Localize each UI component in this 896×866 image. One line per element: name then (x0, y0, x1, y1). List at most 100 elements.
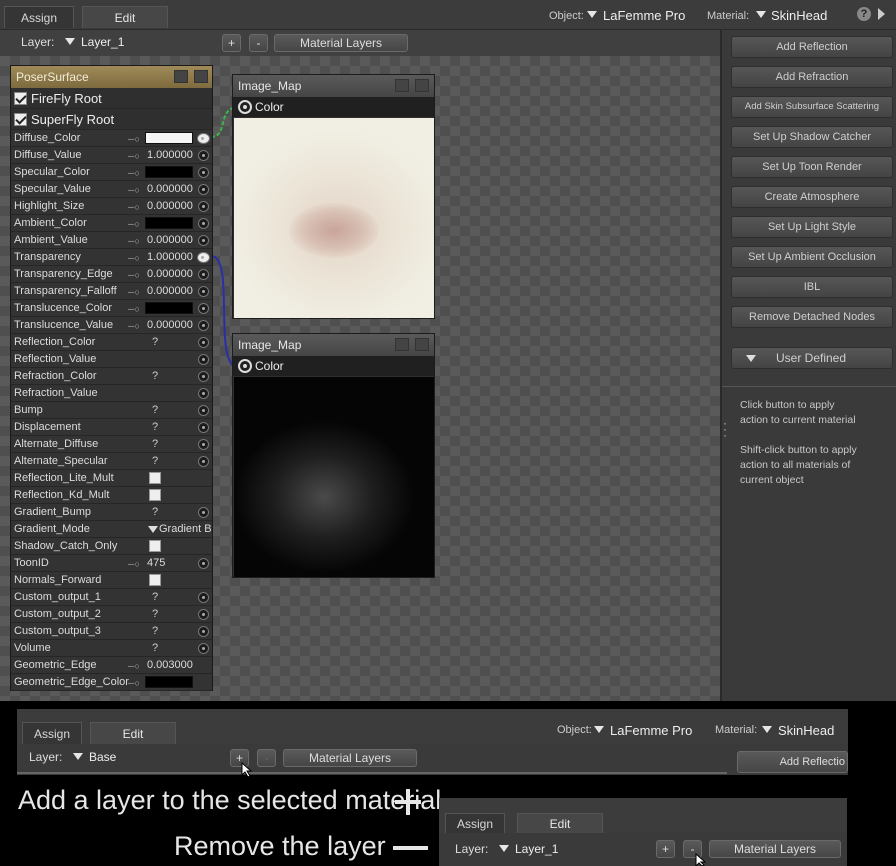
param-checkbox[interactable] (149, 472, 161, 484)
param-row-bump[interactable]: Bump? (11, 402, 212, 419)
param-value[interactable]: ? (152, 623, 158, 639)
param-row-gradient-bump[interactable]: Gradient_Bump? (11, 504, 212, 521)
key-icon[interactable]: ─○ (128, 556, 140, 572)
param-value[interactable]: ? (152, 504, 158, 520)
param-value[interactable]: 0.000000 (147, 283, 193, 299)
color-swatch[interactable] (145, 676, 193, 688)
add-layer-button[interactable]: + (656, 840, 675, 858)
node-header[interactable]: PoserSurface (11, 66, 212, 88)
param-checkbox[interactable] (149, 540, 161, 552)
param-value[interactable]: 0.000000 (147, 266, 193, 282)
wizard-button-ibl[interactable]: IBL (731, 276, 893, 298)
image-map-header-1[interactable]: Image_Map (233, 75, 434, 97)
key-icon[interactable]: ─○ (128, 267, 140, 283)
param-value[interactable]: ? (152, 589, 158, 605)
param-value[interactable]: ? (152, 436, 158, 452)
param-row-custom-output-1[interactable]: Custom_output_1? (11, 589, 212, 606)
help-icon[interactable]: ? (857, 7, 871, 21)
param-value[interactable]: 0.000000 (147, 232, 193, 248)
param-row-transparency-edge[interactable]: Transparency_Edge ─○ 0.000000 (11, 266, 212, 283)
wizard-button-add-reflection[interactable]: Add Reflection (731, 36, 893, 58)
layer-value[interactable]: Base (89, 750, 116, 764)
key-icon[interactable]: ─○ (128, 182, 140, 198)
input-port-icon[interactable] (198, 167, 209, 178)
key-icon[interactable]: ─○ (128, 233, 140, 249)
tab-edit[interactable]: Edit (90, 722, 176, 744)
input-port-icon[interactable] (198, 422, 209, 433)
param-value[interactable]: 0.003000 (147, 657, 193, 673)
param-row-volume[interactable]: Volume? (11, 640, 212, 657)
param-row-reflection-value[interactable]: Reflection_Value (11, 351, 212, 368)
material-dropdown-arrow-icon[interactable] (756, 11, 766, 18)
color-swatch[interactable] (145, 166, 193, 178)
input-port-icon[interactable] (198, 371, 209, 382)
input-port-icon[interactable] (198, 235, 209, 246)
options-icon[interactable] (395, 338, 409, 351)
key-icon[interactable]: ─○ (128, 131, 140, 147)
layer-dropdown-arrow-icon[interactable] (73, 753, 83, 760)
param-row-diffuse-value[interactable]: Diffuse_Value ─○ 1.000000 (11, 147, 212, 164)
object-dropdown-arrow-icon[interactable] (594, 726, 604, 733)
tab-assign[interactable]: Assign (22, 722, 82, 744)
firefly-root-row[interactable]: FireFly Root (11, 88, 212, 109)
input-port-icon[interactable] (198, 269, 209, 280)
param-value[interactable]: 1.000000 (147, 147, 193, 163)
input-port-icon[interactable] (198, 201, 209, 212)
param-value[interactable]: 0.000000 (147, 198, 193, 214)
input-port-icon[interactable] (198, 320, 209, 331)
expand-arrow-icon[interactable] (878, 8, 885, 20)
param-menu[interactable]: Gradient B (148, 521, 212, 537)
input-port-icon[interactable] (198, 303, 209, 314)
param-value[interactable]: ? (152, 640, 158, 656)
param-value[interactable]: ? (152, 402, 158, 418)
param-row-diffuse-color[interactable]: Diffuse_Color ─○ (11, 130, 212, 147)
wizard-button-set-up-light-style[interactable]: Set Up Light Style (731, 216, 893, 238)
input-port-icon[interactable] (198, 218, 209, 229)
param-value[interactable]: ? (152, 419, 158, 435)
param-row-displacement[interactable]: Displacement? (11, 419, 212, 436)
preview-eye-icon[interactable] (415, 79, 429, 92)
param-value[interactable]: 0.000000 (147, 181, 193, 197)
layer-value[interactable]: Layer_1 (515, 842, 558, 856)
input-port-icon[interactable] (198, 439, 209, 450)
input-port-icon[interactable] (198, 337, 209, 348)
param-row-ambient-value[interactable]: Ambient_Value ─○ 0.000000 (11, 232, 212, 249)
param-row-transparency-falloff[interactable]: Transparency_Falloff ─○ 0.000000 (11, 283, 212, 300)
param-row-custom-output-2[interactable]: Custom_output_2? (11, 606, 212, 623)
output-port-icon[interactable] (238, 100, 252, 114)
splitter-grip-icon[interactable]: · · · (723, 417, 727, 441)
options-icon[interactable] (395, 79, 409, 92)
key-icon[interactable]: ─○ (128, 318, 140, 334)
param-value[interactable]: 0.000000 (147, 317, 193, 333)
key-icon[interactable]: ─○ (128, 148, 140, 164)
key-icon[interactable]: ─○ (128, 216, 140, 232)
param-value[interactable]: ? (152, 334, 158, 350)
param-row-refraction-color[interactable]: Refraction_Color? (11, 368, 212, 385)
superfly-root-row[interactable]: SuperFly Root (11, 109, 212, 130)
wizard-button-set-up-ambient-occlusion[interactable]: Set Up Ambient Occlusion (731, 246, 893, 268)
input-port-icon[interactable] (198, 354, 209, 365)
wizard-button-set-up-toon-render[interactable]: Set Up Toon Render (731, 156, 893, 178)
tab-edit[interactable]: Edit (517, 813, 603, 833)
param-value[interactable]: ? (152, 453, 158, 469)
color-swatch[interactable] (145, 132, 193, 144)
input-port-icon[interactable] (198, 558, 209, 569)
poser-surface-node[interactable]: PoserSurface FireFly Root SuperFly Root … (10, 65, 213, 691)
param-row-translucence-value[interactable]: Translucence_Value ─○ 0.000000 (11, 317, 212, 334)
key-icon[interactable]: ─○ (128, 284, 140, 300)
preview-icon[interactable] (194, 70, 208, 83)
wizard-button-set-up-shadow-catcher[interactable]: Set Up Shadow Catcher (731, 126, 893, 148)
param-row-alternate-specular[interactable]: Alternate_Specular? (11, 453, 212, 470)
options-icon[interactable] (174, 70, 188, 83)
material-value[interactable]: SkinHead (778, 723, 834, 738)
output-port-icon[interactable] (238, 359, 252, 373)
key-icon[interactable]: ─○ (128, 301, 140, 317)
param-row-reflection-lite-mult[interactable]: Reflection_Lite_Mult (11, 470, 212, 487)
layer-dropdown-arrow-icon[interactable] (499, 845, 509, 852)
image-map-node-1[interactable]: Image_Map Color (232, 74, 435, 319)
param-row-toonid[interactable]: ToonID ─○ 475 (11, 555, 212, 572)
key-icon[interactable]: ─○ (128, 675, 140, 691)
input-port-icon[interactable] (198, 184, 209, 195)
input-port-icon[interactable] (198, 507, 209, 518)
input-port-icon[interactable] (198, 643, 209, 654)
